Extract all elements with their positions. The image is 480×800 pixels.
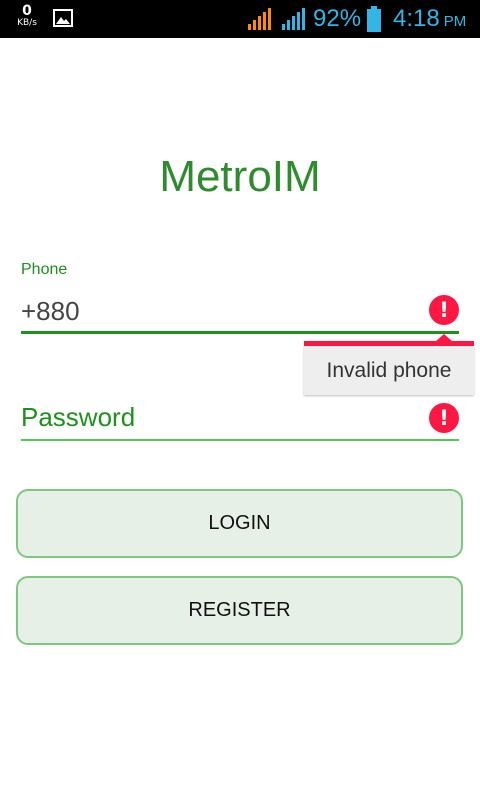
image-notification-icon [53,9,73,27]
phone-label: Phone [21,261,68,278]
clock-ampm: PM [443,13,467,30]
password-input-underline [21,439,459,441]
status-bar: 0 KB/s 92% 4:18 PM [0,0,480,38]
app-title: MetroIM [159,152,321,201]
phone-input[interactable]: +880 [21,295,80,327]
signal-icon [248,8,271,30]
battery-percent: 92% [313,5,362,32]
phone-error-tooltip: Invalid phone [304,334,474,395]
signal-icon [282,8,305,30]
clock: 4:18 PM [393,5,466,36]
password-input[interactable]: Password [21,400,421,434]
error-icon[interactable]: ! [429,403,459,433]
register-button[interactable]: REGISTER [16,576,463,645]
tooltip-message: Invalid phone [304,346,474,395]
clock-time: 4:18 [393,5,440,32]
network-speed-indicator: 0 KB/s [14,4,40,28]
network-speed-value: 0 [22,3,32,19]
network-speed-unit: KB/s [17,18,37,28]
error-icon[interactable]: ! [429,295,459,325]
login-button[interactable]: LOGIN [16,489,463,558]
battery-icon [367,6,381,32]
